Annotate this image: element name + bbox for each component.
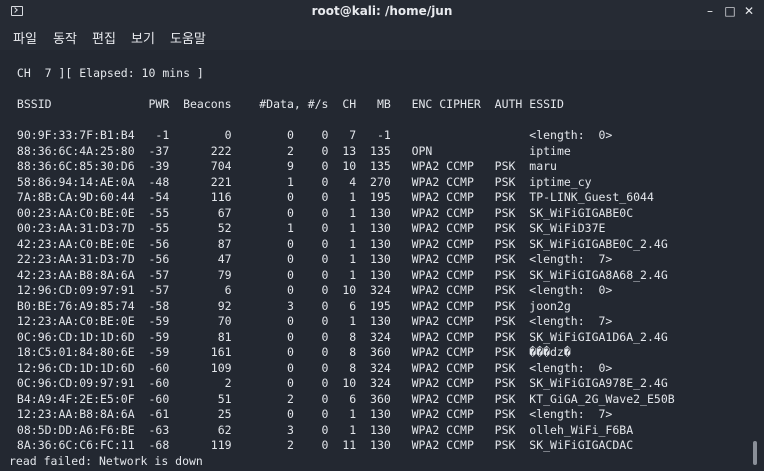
terminal-line: 88:36:6C:4A:25:80 -37 222 2 0 13 135 OPN… — [10, 143, 571, 158]
terminal-line: 12:96:CD:1D:1D:6D -60 109 0 0 8 324 WPA2… — [10, 360, 613, 375]
terminal-line: 90:9F:33:7F:B1:B4 -1 0 0 0 7 -1 <length:… — [10, 128, 613, 142]
minimize-button[interactable]: – — [703, 4, 717, 18]
terminal-line: 00:23:AA:C0:BE:0E -55 67 0 0 1 130 WPA2 … — [10, 205, 634, 220]
close-button[interactable]: ✕ — [742, 4, 756, 18]
terminal-line: 22:23:AA:31:D3:7D -56 47 0 0 1 130 WPA2 … — [10, 252, 613, 266]
title-bar: root@kali: /home/jun – □ ✕ — [0, 0, 764, 24]
terminal-line: read failed: Network is down — [9, 453, 203, 468]
terminal-line: 12:23:AA:C0:BE:0E -59 70 0 0 1 130 WPA2 … — [10, 314, 613, 328]
maximize-button[interactable]: □ — [723, 4, 737, 18]
terminal-line: 12:23:AA:B8:8A:6A -61 25 0 0 1 130 WPA2 … — [10, 407, 613, 421]
menu-help[interactable]: 도움말 — [170, 28, 206, 47]
terminal-line: B4:A9:4F:2E:E5:0F -60 51 2 0 6 360 WPA2 … — [10, 391, 675, 406]
window-title: root@kali: /home/jun — [311, 4, 453, 18]
terminal-line: 8A:36:6C:C6:FC:11 -68 119 2 0 11 130 WPA… — [10, 438, 634, 452]
menu-edit[interactable]: 편집 — [92, 28, 116, 47]
terminal-line: 42:23:AA:C0:BE:0E -56 87 0 0 1 130 WPA2 … — [10, 236, 668, 251]
terminal-line: 00:23:AA:31:D3:7D -55 52 1 0 1 130 WPA2 … — [10, 221, 606, 235]
terminal-line: 18:C5:01:84:80:6E -59 161 0 0 8 360 WPA2… — [10, 345, 571, 359]
terminal-line: B0:BE:76:A9:85:74 -58 92 3 0 6 195 WPA2 … — [10, 298, 571, 313]
terminal-output[interactable]: CH 7 ][ Elapsed: 10 mins ] BSSID PWR Bea… — [9, 66, 675, 469]
menu-file[interactable]: 파일 — [13, 28, 37, 47]
menu-action[interactable]: 동작 — [53, 28, 77, 47]
terminal-line: 12:96:CD:09:97:91 -57 6 0 0 10 324 WPA2 … — [10, 283, 613, 297]
terminal-line: 58:86:94:14:AE:0A -48 221 1 0 4 270 WPA2… — [10, 174, 592, 189]
terminal-line: 0C:96:CD:1D:1D:6D -59 81 0 0 8 324 WPA2 … — [10, 329, 668, 344]
terminal-line: 42:23:AA:B8:8A:6A -57 79 0 0 1 130 WPA2 … — [10, 267, 668, 282]
terminal-line: 0C:96:CD:09:97:91 -60 2 0 0 10 324 WPA2 … — [10, 376, 668, 390]
terminal-line: CH 7 ][ Elapsed: 10 mins ] — [10, 66, 204, 80]
terminal-line: 7A:8B:CA:9D:60:44 -54 116 0 0 1 195 WPA2… — [10, 190, 654, 204]
menu-bar: 파일 동작 편집 보기 도움말 — [0, 24, 764, 50]
scrollbar-thumb[interactable] — [753, 441, 757, 465]
terminal-line: 88:36:6C:85:30:D6 -39 704 9 0 10 135 WPA… — [10, 159, 557, 173]
menu-view[interactable]: 보기 — [131, 28, 155, 47]
terminal-line: BSSID PWR Beacons #Data, #/s CH MB ENC C… — [10, 97, 564, 111]
terminal-line: 08:5D:DD:A6:F6:BE -63 62 3 0 1 130 WPA2 … — [10, 422, 634, 437]
